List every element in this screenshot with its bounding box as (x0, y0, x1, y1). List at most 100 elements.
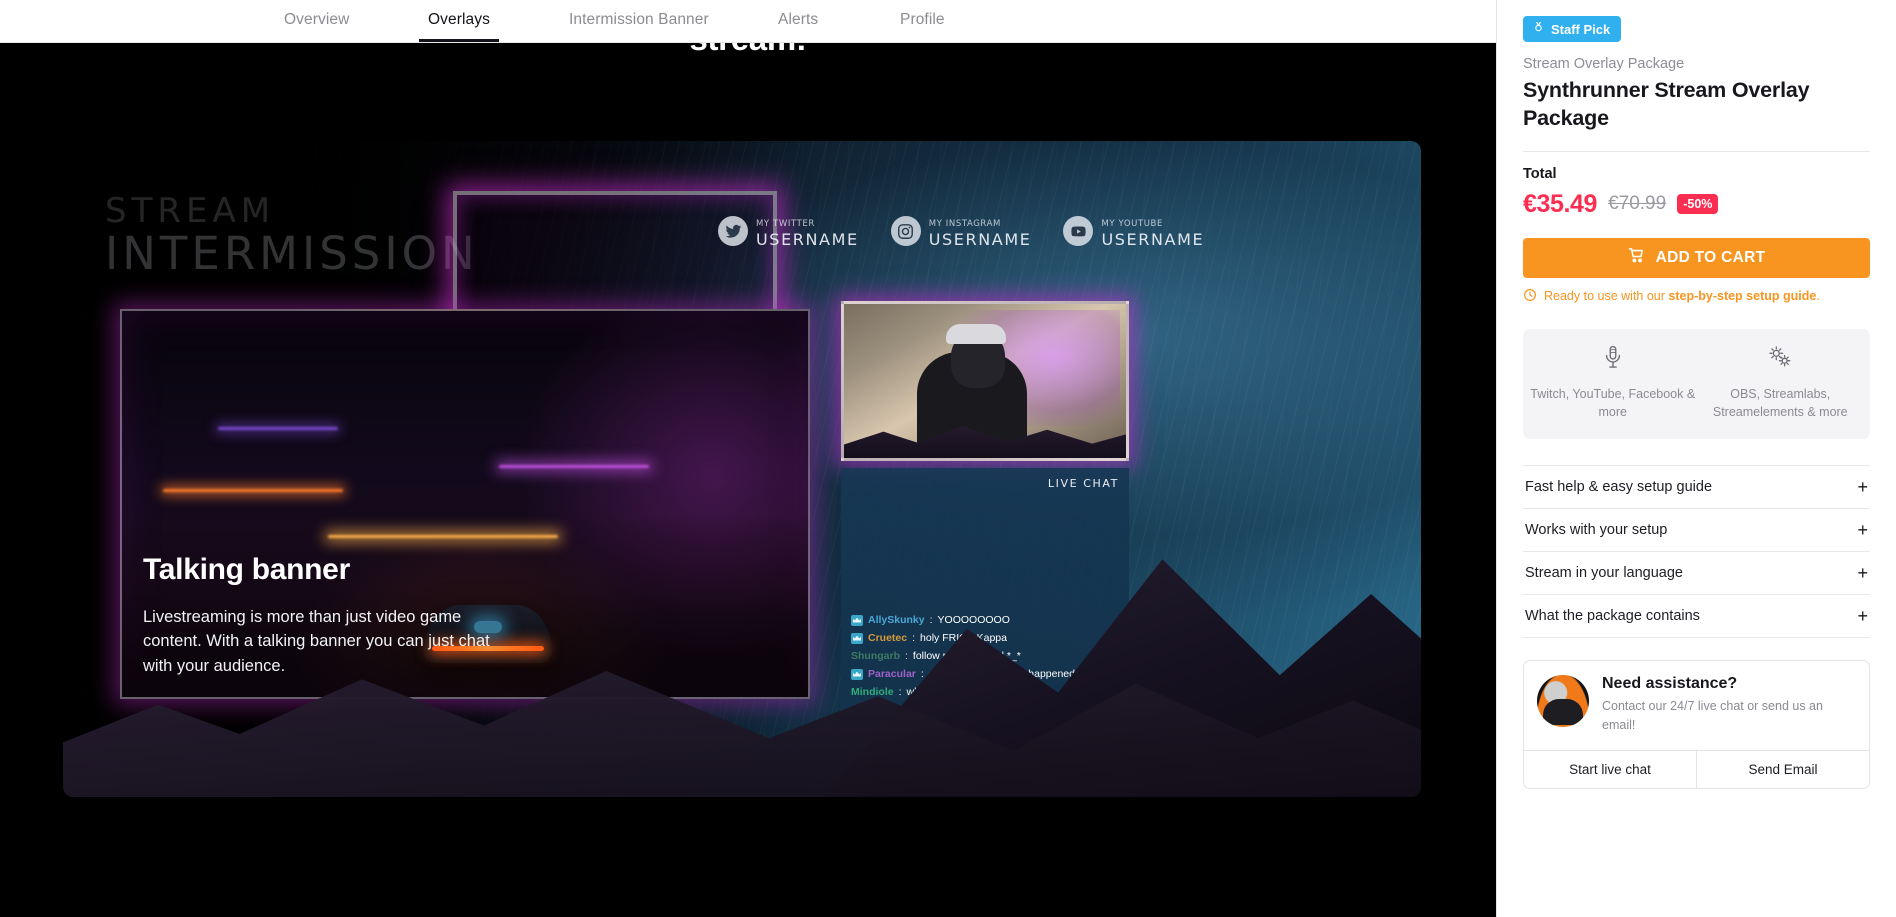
cart-icon (1628, 247, 1645, 269)
social-instagram: MY INSTAGRAM USERNAME (891, 214, 1032, 248)
setup-guide-text: Ready to use with our step-by-step setup… (1544, 289, 1820, 303)
page-title: Synthrunner Stream Overlay Package (1523, 77, 1870, 133)
intermission-title-line2: INTERMISSION (105, 230, 479, 279)
twitter-icon (718, 216, 748, 246)
assistance-card: Need assistance? Contact our 24/7 live c… (1523, 660, 1870, 789)
social-twitter-username: USERNAME (756, 232, 859, 248)
assistance-text: Need assistance? Contact our 24/7 live c… (1602, 675, 1856, 735)
section-heading-clipped: stream! (0, 43, 1496, 58)
gears-icon (1697, 345, 1865, 374)
social-instagram-username: USERNAME (929, 232, 1032, 248)
tab-overlays[interactable]: Overlays (428, 11, 490, 29)
main-content: Overview Overlays Intermission Banner Al… (0, 0, 1496, 917)
social-youtube-username: USERNAME (1101, 232, 1204, 248)
microphone-icon (1529, 345, 1697, 374)
accordion-item-works-with-setup[interactable]: Works with your setup + (1523, 509, 1870, 552)
webcam-panel (841, 301, 1129, 461)
social-handles: MY TWITTER USERNAME MY INSTAGRAM USERNAM… (718, 214, 1204, 248)
social-youtube-text: MY YOUTUBE USERNAME (1101, 214, 1204, 248)
mod-badge-icon (851, 615, 863, 626)
chat-username: Mindiole (851, 686, 894, 698)
plus-icon[interactable]: + (1857, 478, 1868, 496)
social-instagram-text: MY INSTAGRAM USERNAME (929, 214, 1032, 248)
setup-guide-prefix: Ready to use with our (1544, 289, 1668, 303)
plus-icon[interactable]: + (1857, 521, 1868, 539)
tab-profile[interactable]: Profile (900, 11, 945, 29)
price-current: €35.49 (1523, 190, 1597, 219)
setup-guide-link[interactable]: step-by-step setup guide (1668, 289, 1816, 303)
chat-username: Shungarb (851, 650, 900, 662)
send-email-button[interactable]: Send Email (1696, 751, 1869, 788)
tab-alerts[interactable]: Alerts (778, 11, 818, 29)
accordion-label: Works with your setup (1525, 522, 1667, 538)
assistance-card-body: Need assistance? Contact our 24/7 live c… (1524, 661, 1869, 750)
add-to-cart-label: ADD TO CART (1656, 249, 1766, 267)
chat-message: AllySkunky: YOOOOOOOO (851, 614, 1121, 626)
social-instagram-small: MY INSTAGRAM (929, 219, 1001, 229)
avatar (1537, 675, 1589, 727)
staff-pick-label: Staff Pick (1551, 22, 1610, 37)
overlay-preview-image[interactable]: STREAM INTERMISSION MY TWITTER USERNAME (63, 141, 1421, 797)
status-badge-staff-pick: Staff Pick (1523, 16, 1621, 42)
social-twitter-small: MY TWITTER (756, 219, 815, 229)
clock-icon (1523, 288, 1537, 305)
assistance-heading: Need assistance? (1602, 675, 1856, 693)
accordion-label: What the package contains (1525, 608, 1700, 624)
mod-badge-icon (851, 669, 863, 680)
accordion-item-stream-language[interactable]: Stream in your language + (1523, 552, 1870, 595)
mod-badge-icon (851, 633, 863, 644)
tab-active-underline (419, 39, 499, 42)
youtube-icon (1063, 216, 1093, 246)
caption-body: Livestreaming is more than just video ga… (143, 605, 513, 678)
chat-colon: : (899, 686, 902, 698)
plus-icon[interactable]: + (1857, 607, 1868, 625)
chat-colon: : (921, 668, 924, 680)
purchase-sidebar: Staff Pick Stream Overlay Package Synthr… (1496, 0, 1896, 917)
tab-overview[interactable]: Overview (284, 11, 349, 29)
accordion-label: Stream in your language (1525, 565, 1683, 581)
caption-block: Talking banner Livestreaming is more tha… (143, 553, 513, 678)
compat-software-text: OBS, Streamlabs, Streamelements & more (1697, 385, 1865, 421)
divider (1523, 151, 1870, 152)
light-streak (163, 489, 343, 492)
compat-software: OBS, Streamlabs, Streamelements & more (1697, 345, 1865, 421)
price-original: €70.99 (1608, 193, 1666, 215)
social-youtube: MY YOUTUBE USERNAME (1063, 214, 1204, 248)
faq-accordion: Fast help & easy setup guide + Works wit… (1523, 465, 1870, 638)
chat-username: Paracular (868, 668, 916, 680)
price-row: €35.49 €70.99 -50% (1523, 190, 1870, 219)
setup-guide-suffix: . (1816, 289, 1819, 303)
compat-platforms: Twitch, YouTube, Facebook & more (1529, 345, 1697, 421)
intermission-title: STREAM INTERMISSION (105, 193, 479, 278)
intermission-title-line1: STREAM (105, 191, 275, 231)
compatibility-panel: Twitch, YouTube, Facebook & more OBS, St… (1523, 329, 1870, 439)
assistance-body: Contact our 24/7 live chat or send us an… (1602, 697, 1856, 735)
add-to-cart-button[interactable]: ADD TO CART (1523, 238, 1870, 278)
chat-username: AllySkunky (868, 614, 925, 626)
accordion-item-package-contains[interactable]: What the package contains + (1523, 595, 1870, 638)
assistance-actions: Start live chat Send Email (1524, 750, 1869, 788)
chat-username: Cruetec (868, 632, 907, 644)
light-streak (328, 535, 558, 538)
total-label: Total (1523, 166, 1870, 182)
product-tabbar: Overview Overlays Intermission Banner Al… (0, 0, 1496, 43)
start-live-chat-button[interactable]: Start live chat (1524, 751, 1696, 788)
plus-icon[interactable]: + (1857, 564, 1868, 582)
social-twitter: MY TWITTER USERNAME (718, 214, 859, 248)
medal-icon (1532, 21, 1545, 37)
chat-text: YOOOOOOOO (938, 614, 1010, 626)
discount-badge: -50% (1677, 194, 1718, 214)
accordion-item-fast-help[interactable]: Fast help & easy setup guide + (1523, 466, 1870, 509)
chat-colon: : (912, 632, 915, 644)
chat-colon: : (905, 650, 908, 662)
social-twitter-text: MY TWITTER USERNAME (756, 214, 859, 248)
tab-intermission-banner[interactable]: Intermission Banner (569, 11, 709, 29)
light-streak (499, 465, 649, 468)
social-youtube-small: MY YOUTUBE (1101, 219, 1162, 229)
accordion-label: Fast help & easy setup guide (1525, 479, 1712, 495)
live-chat-label: LIVE CHAT (1048, 477, 1119, 490)
caption-title: Talking banner (143, 553, 513, 587)
streamer-cap (946, 324, 1006, 344)
instagram-icon (891, 216, 921, 246)
product-page: Overview Overlays Intermission Banner Al… (0, 0, 1896, 917)
